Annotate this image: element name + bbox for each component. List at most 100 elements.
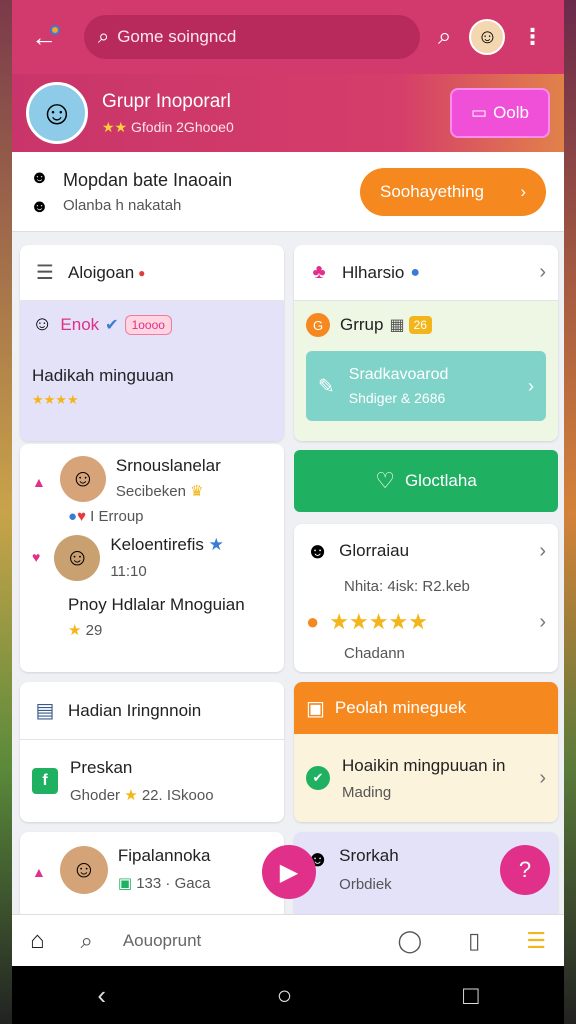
nav-search-label[interactable]: Aouoprunt [123, 931, 201, 951]
strip-avatars: ☻ ☻ [30, 167, 49, 217]
avatar[interactable]: ☺ [59, 456, 106, 502]
person-subtitle: Orbdiek [339, 876, 392, 893]
person-subtitle: Secibeken [115, 483, 186, 500]
left-card-3[interactable]: ▤ Hadian Iringnnoin f Preskan Ghoder ★ 2… [20, 682, 284, 822]
background-right [564, 0, 576, 1024]
verified-icon: ✔ [105, 316, 119, 334]
chevron-right-icon[interactable]: › [539, 261, 546, 284]
avatar[interactable]: ☺ [59, 846, 108, 894]
layers-icon: ☰ [36, 262, 54, 284]
group-action-label: Oolb [493, 103, 529, 122]
group-label: Grrup [340, 315, 384, 334]
play-icon: ▶ [279, 858, 299, 886]
notification-dot [50, 25, 60, 35]
bag-icon: ♣ [312, 261, 326, 283]
card-title: Aloigoan [68, 262, 135, 282]
group-subtitle-text: Gfodin 2Ghooe0 [131, 118, 234, 135]
more-icon[interactable]: ⋮ [521, 24, 543, 50]
chevron-right-icon: › [528, 375, 534, 396]
item-subtitle: Mading [342, 783, 392, 801]
group-action-button[interactable]: ▭ Oolb [450, 88, 550, 138]
chevron-right-icon[interactable]: › [539, 540, 546, 563]
right-card-2[interactable]: ☻ Glorraiau › Nhita: 4isk: R2.keb ● ★★★★… [294, 524, 558, 672]
badge: 1oooo [124, 314, 172, 335]
item-title: Preskan [70, 758, 133, 777]
search-icon[interactable]: ⌕ [81, 928, 93, 954]
tile-subtitle: Shdiger & 2686 [348, 390, 446, 406]
person-name: Fipalannoka [117, 846, 211, 865]
card-body: Pnoy Hdlalar Mnoguian [68, 595, 245, 614]
search-icon: ⌕ [98, 25, 110, 48]
left-card-2[interactable]: ▲ ☺ Srnouslanelar Secibeken ♛ ●♥ I Errou… [20, 444, 284, 672]
question-icon: ? [518, 857, 532, 882]
help-button[interactable]: ? [500, 845, 550, 895]
play-button[interactable]: ▶ [262, 845, 316, 899]
star-icon: ★★ [102, 118, 128, 135]
group-panel: G Grrup ▦ 26 ✎ Sradkavoarod Shdiger & 26… [294, 301, 558, 441]
left-card-4[interactable]: ▲ ☺ Fipalannoka ▣ 133 · Gaca [20, 832, 284, 922]
card-body: Hadikah minguuan [32, 366, 174, 385]
item-meta: 22. ISkooo [141, 787, 214, 804]
top-bar: ← ⌕ Gome soingncd ⌕ ☺ ⋮ [12, 0, 564, 74]
meta-text: I Erroup [90, 508, 144, 525]
home-icon[interactable]: ⌂ [30, 927, 45, 955]
person-name: Srnouslanelar [115, 456, 221, 475]
recents-icon[interactable]: □ [463, 980, 479, 1011]
heart-icon: ♥ [32, 549, 41, 565]
person-name: Keloentirefis [110, 535, 204, 554]
item-subtitle: Ghoder [70, 787, 121, 804]
avatar-icon: ☻ [30, 166, 49, 187]
right-card-1[interactable]: ♣ Hlharsio ● › G Grrup ▦ 26 ✎ Sradkavoar… [294, 245, 558, 441]
star-icon: ★ [124, 787, 138, 804]
image-icon: ▣ [306, 697, 325, 720]
chevron-right-icon[interactable]: › [539, 611, 546, 634]
star-rating: ★★★★ [32, 392, 79, 407]
item-title: Hoaikin mingpuuan in [342, 755, 506, 775]
group-title: Grupr Inoporarl [102, 90, 231, 112]
card-title: Hlharsio [342, 262, 405, 282]
avatar[interactable]: ☺ [54, 535, 101, 581]
timestamp: 11:10 [110, 563, 147, 580]
chevron-right-icon: › [520, 181, 526, 201]
app-screen: ← ⌕ Gome soingncd ⌕ ☺ ⋮ ☺ Grupr Inoporar… [12, 0, 564, 1024]
search-input[interactable]: ⌕ Gome soingncd [84, 15, 420, 59]
group-subtitle: ★★ Gfodin 2Ghooe0 [102, 119, 234, 136]
menu-icon[interactable]: ☰ [526, 928, 546, 954]
heart-icon: ♥ [77, 508, 86, 525]
triangle-icon: ▲ [32, 474, 46, 490]
badge: 26 [408, 316, 432, 334]
favorite-button[interactable]: ♡ Gloctlaha [294, 450, 558, 512]
group-avatar[interactable]: ☺ [26, 82, 88, 144]
triangle-icon: ▲ [32, 864, 46, 880]
avatar-icon: ☻ [30, 195, 49, 216]
chat-icon[interactable]: ◯ [398, 928, 423, 954]
alert-icon: ● [138, 265, 146, 280]
right-card-3[interactable]: ▣ Peolah mineguek ✔ Hoaikin mingpuuan in… [294, 682, 558, 822]
avatar-icon: ☺ [32, 313, 53, 335]
left-card-1[interactable]: ☰ Aloigoan ● ☺ Enok ✔ 1oooo Hadikah ming… [20, 245, 284, 441]
star-icon: ★ [208, 535, 224, 554]
strip-action-button[interactable]: Soohayething › [360, 167, 546, 216]
back-button[interactable]: ← [24, 17, 64, 57]
check-icon: ✔ [306, 766, 330, 790]
person-name: Srorkah [339, 846, 399, 865]
group-header: ☺ Grupr Inoporarl ★★ Gfodin 2Ghooe0 ▭ Oo… [12, 74, 564, 152]
background-left [0, 0, 12, 1024]
bottom-nav: ⌂ ⌕ Aouoprunt ◯ ▯ ☰ [12, 914, 564, 966]
chevron-right-icon[interactable]: › [539, 767, 546, 790]
avatar[interactable]: ☺ [469, 19, 506, 55]
search-icon[interactable]: ⌕ [438, 23, 451, 51]
home-circle-icon[interactable]: ○ [277, 980, 293, 1011]
group-info: Grupr Inoporarl ★★ Gfodin 2Ghooe0 [102, 91, 234, 136]
pencil-icon: ✎ [318, 375, 335, 398]
avatar-icon: ☻ [306, 538, 330, 563]
card-header-title: Peolah mineguek [334, 698, 467, 717]
info-strip: ☻ ☻ Mopdan bate Inaoain Olanba h nakatah… [12, 152, 564, 232]
card-title: Hadian Iringnnoin [68, 700, 202, 720]
tile[interactable]: ✎ Sradkavoarod Shdiger & 2686 › [306, 351, 546, 421]
card-header: ▣ Peolah mineguek [294, 682, 558, 734]
bookmark-icon[interactable]: ▯ [468, 928, 480, 954]
chat-icon: ▭ [471, 103, 488, 122]
dot-icon: ● [68, 508, 78, 525]
back-icon[interactable]: ‹ [97, 980, 106, 1011]
